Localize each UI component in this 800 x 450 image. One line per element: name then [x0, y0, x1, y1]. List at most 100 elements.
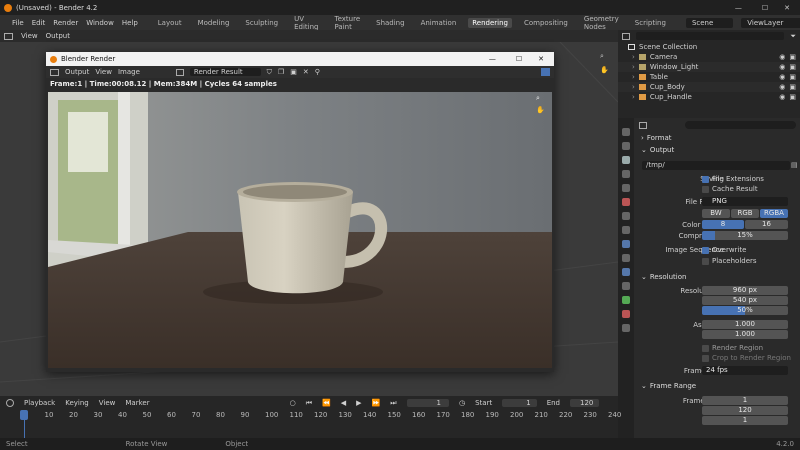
start-field[interactable]: 1: [502, 399, 537, 407]
modifier-tab-icon[interactable]: [622, 240, 630, 248]
close-button[interactable]: ✕: [784, 4, 790, 12]
render-window[interactable]: Blender Render — ☐ ✕ Output View Image R…: [46, 52, 554, 372]
render-region-checkbox[interactable]: Render Region: [702, 344, 763, 352]
tab-animation[interactable]: Animation: [417, 18, 461, 28]
outliner-item[interactable]: › Table ◉ ▣: [618, 72, 800, 82]
outliner[interactable]: ⏷ Scene Collection › Camera ◉ ▣ › Window_…: [618, 30, 800, 118]
aspect-y-field[interactable]: 1.000: [702, 330, 788, 339]
prev-keyframe-icon[interactable]: ⏪: [322, 399, 331, 407]
frame-rate-select[interactable]: 24 fps: [702, 366, 788, 375]
jump-start-icon[interactable]: ⏮: [306, 399, 312, 408]
viewport-view-menu[interactable]: View: [21, 32, 38, 40]
resolution-x-field[interactable]: 960 px: [702, 286, 788, 295]
outliner-item[interactable]: › Cup_Handle ◉ ▣: [618, 92, 800, 102]
outliner-item[interactable]: › Window_Light ◉ ▣: [618, 62, 800, 72]
unlink-icon[interactable]: ✕: [303, 68, 309, 76]
render-tab-icon[interactable]: [622, 142, 630, 150]
camera-render-icon[interactable]: ▣: [789, 63, 796, 71]
outliner-item-label[interactable]: Cup_Handle: [650, 93, 775, 101]
camera-render-icon[interactable]: ▣: [789, 83, 796, 91]
camera-render-icon[interactable]: ▣: [789, 93, 796, 101]
aspect-x-field[interactable]: 1.000: [702, 320, 788, 329]
compression-slider[interactable]: 15%: [702, 231, 788, 240]
outliner-editor-icon[interactable]: [622, 32, 630, 40]
constraints-tab-icon[interactable]: [622, 282, 630, 290]
expand-arrow-icon[interactable]: ›: [632, 83, 635, 91]
frame-start-field[interactable]: 1: [702, 396, 788, 405]
texture-tab-icon[interactable]: [622, 324, 630, 332]
visibility-eye-icon[interactable]: ◉: [779, 53, 785, 61]
visibility-eye-icon[interactable]: ◉: [779, 93, 785, 101]
cache-result-checkbox[interactable]: Cache Result: [702, 185, 758, 193]
resolution-panel-header[interactable]: ⌄ Resolution: [635, 271, 800, 283]
world-tab-icon[interactable]: [622, 198, 630, 206]
render-zoom-icon[interactable]: ⌕: [536, 94, 540, 103]
play-icon[interactable]: ▶: [356, 399, 361, 407]
view-menu[interactable]: View: [95, 68, 112, 76]
outliner-search-input[interactable]: [636, 32, 785, 40]
material-tab-icon[interactable]: [622, 310, 630, 318]
resolution-pct-slider[interactable]: 50%: [702, 306, 788, 315]
viewport-output-menu[interactable]: Output: [46, 32, 70, 40]
marker-menu[interactable]: Marker: [125, 399, 149, 407]
render-minimize-button[interactable]: —: [489, 55, 496, 63]
tab-shading[interactable]: Shading: [372, 18, 408, 28]
output-tab-icon[interactable]: [622, 156, 630, 164]
expand-arrow-icon[interactable]: ›: [632, 53, 635, 61]
placeholders-checkbox[interactable]: Placeholders: [702, 257, 757, 265]
format-panel-header[interactable]: › Format: [635, 132, 800, 144]
next-keyframe-icon[interactable]: ⏩: [372, 399, 381, 407]
tab-rendering[interactable]: Rendering: [468, 17, 512, 28]
color-rgb-button[interactable]: RGB: [731, 209, 759, 218]
output-path-input[interactable]: /tmp/: [642, 161, 790, 170]
outliner-item[interactable]: › Camera ◉ ▣: [618, 52, 800, 62]
render-close-button[interactable]: ✕: [538, 55, 544, 63]
menu-file[interactable]: File: [12, 19, 24, 27]
play-reverse-icon[interactable]: ◀: [341, 399, 346, 407]
timeline[interactable]: Playback Keying View Marker ○ ⏮ ⏪ ◀ ▶ ⏩ …: [0, 396, 621, 438]
render-pan-icon[interactable]: ✋: [536, 106, 545, 114]
pin-icon[interactable]: ⚲: [315, 68, 320, 76]
tab-scripting[interactable]: Scripting: [631, 18, 670, 28]
scene-collection-row[interactable]: Scene Collection: [618, 42, 800, 52]
particles-tab-icon[interactable]: [622, 254, 630, 262]
image-browse-icon[interactable]: [175, 68, 184, 76]
pan-hand-icon[interactable]: ✋: [600, 66, 609, 74]
depth-8-button[interactable]: 8: [702, 220, 744, 229]
scene-selector[interactable]: Scene: [685, 17, 734, 28]
visibility-eye-icon[interactable]: ◉: [779, 73, 785, 81]
outliner-item[interactable]: › Cup_Body ◉ ▣: [618, 82, 800, 92]
render-maximize-button[interactable]: ☐: [516, 55, 522, 63]
end-field[interactable]: 120: [570, 399, 600, 407]
image-menu[interactable]: Image: [118, 68, 140, 76]
outliner-item-label[interactable]: Table: [650, 73, 775, 81]
data-tab-icon[interactable]: [622, 296, 630, 304]
record-icon[interactable]: ○: [290, 399, 296, 407]
minimize-button[interactable]: —: [735, 4, 742, 12]
output-menu[interactable]: Output: [65, 68, 89, 76]
resolution-y-field[interactable]: 540 px: [702, 296, 788, 305]
camera-render-icon[interactable]: ▣: [789, 73, 796, 81]
color-bw-button[interactable]: BW: [702, 209, 730, 218]
tab-geometry-nodes[interactable]: Geometry Nodes: [580, 14, 623, 32]
menu-edit[interactable]: Edit: [32, 19, 46, 27]
playhead[interactable]: [20, 410, 28, 420]
frame-range-panel-header[interactable]: ⌄ Frame Range: [635, 380, 800, 392]
file-format-select[interactable]: PNG: [702, 197, 788, 206]
props-search-input[interactable]: [685, 121, 796, 129]
visibility-eye-icon[interactable]: ◉: [779, 83, 785, 91]
overwrite-checkbox[interactable]: Overwrite: [702, 246, 746, 254]
properties-editor[interactable]: › Format ⌄ Output /tmp/ ▤ Saving File Exte…: [618, 118, 800, 438]
render-result-field[interactable]: Render Result: [189, 68, 261, 76]
shield-icon[interactable]: ⛉: [267, 68, 272, 77]
color-rgba-button[interactable]: RGBA: [760, 209, 788, 218]
filter-icon[interactable]: ⏷: [790, 32, 796, 41]
tab-sculpting[interactable]: Sculpting: [241, 18, 282, 28]
tab-texture-paint[interactable]: Texture Paint: [331, 14, 365, 32]
menu-render[interactable]: Render: [53, 19, 78, 27]
file-extensions-checkbox[interactable]: File Extensions: [702, 175, 764, 183]
keying-menu[interactable]: Keying: [65, 399, 89, 407]
props-editor-icon[interactable]: [639, 121, 647, 129]
maximize-button[interactable]: ☐: [762, 4, 768, 12]
menu-window[interactable]: Window: [86, 19, 114, 27]
